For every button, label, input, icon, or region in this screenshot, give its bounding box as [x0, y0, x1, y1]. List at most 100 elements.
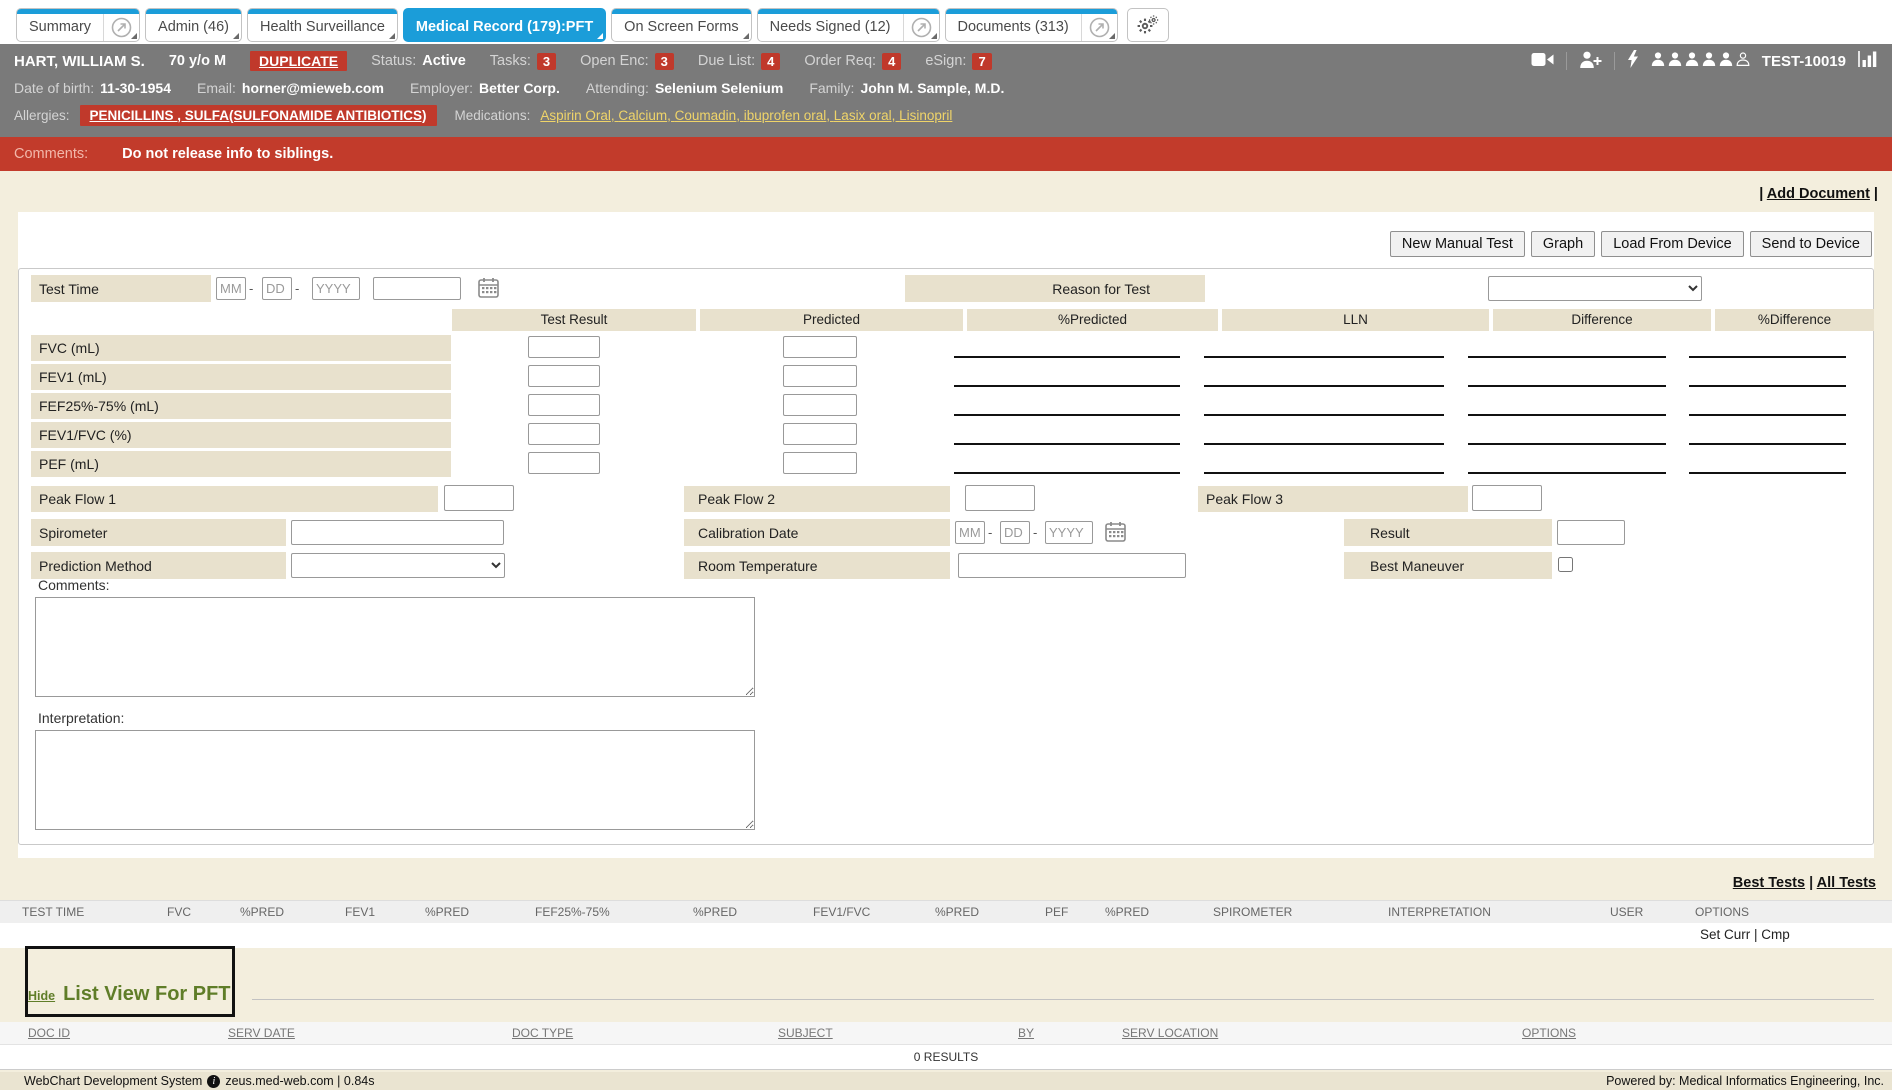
- medication-link[interactable]: Lasix oral: [834, 108, 899, 123]
- send-to-device-button[interactable]: Send to Device: [1750, 231, 1872, 257]
- fef-test-result-input[interactable]: [528, 394, 600, 416]
- tab-bar: Summary Admin (46) Health Surveillance M…: [0, 0, 1892, 44]
- fev1-predicted-input[interactable]: [783, 365, 857, 387]
- tab-label: Documents (313): [946, 15, 1081, 35]
- open-enc-count-badge[interactable]: 3: [655, 53, 674, 70]
- fvc-predicted-input[interactable]: [783, 336, 857, 358]
- order-req-count-badge[interactable]: 4: [882, 53, 901, 70]
- prediction-method-label: Prediction Method: [31, 552, 286, 579]
- column-header-lln: LLN: [1222, 309, 1489, 331]
- peak-flow-2-label: Peak Flow 2: [684, 486, 950, 512]
- fev1-fvc-predicted-input[interactable]: [783, 423, 857, 445]
- graph-button[interactable]: Graph: [1531, 231, 1595, 257]
- options-sort-link[interactable]: OPTIONS: [1522, 1026, 1576, 1040]
- test-time-day-input[interactable]: [262, 277, 292, 300]
- test-time-month-input[interactable]: [216, 277, 246, 300]
- interpretation-textarea[interactable]: [35, 730, 755, 830]
- tasks-label: Tasks:: [490, 53, 531, 69]
- recent-patients-icons: [1651, 52, 1750, 70]
- calendar-icon[interactable]: [1105, 521, 1126, 547]
- fev1-fvc-test-result-input[interactable]: [528, 423, 600, 445]
- calendar-icon[interactable]: [478, 277, 499, 303]
- bar-chart-icon[interactable]: [1858, 51, 1878, 71]
- medication-link[interactable]: Aspirin Oral: [540, 108, 618, 123]
- tasks-field: Tasks: 3: [490, 53, 556, 70]
- tab-needs-signed[interactable]: Needs Signed (12): [757, 8, 940, 42]
- peak-flow-3-input[interactable]: [1472, 485, 1542, 511]
- tab-medical-record[interactable]: Medical Record (179):PFT: [403, 8, 606, 42]
- results-col-user: USER: [1610, 905, 1695, 919]
- medication-link[interactable]: Coumadin: [675, 108, 744, 123]
- form-comments-label: Comments:: [38, 577, 110, 593]
- medication-link[interactable]: Lisinopril: [899, 108, 952, 123]
- fev1-fvc-lln-line: [1204, 422, 1444, 445]
- allergies-badge[interactable]: PENICILLINS , SULFA(SULFONAMIDE ANTIBIOT…: [80, 105, 437, 126]
- serv-location-sort-link[interactable]: SERV LOCATION: [1122, 1026, 1218, 1040]
- form-comments-textarea[interactable]: [35, 597, 755, 697]
- doc-col-options: OPTIONS: [1522, 1026, 1864, 1040]
- patient-header-row-2: Date of birth: 11-30-1954 Email: horner@…: [0, 75, 1892, 100]
- popout-icon[interactable]: [104, 13, 139, 38]
- fvc-test-result-input[interactable]: [528, 336, 600, 358]
- lightning-icon[interactable]: [1627, 50, 1639, 72]
- subject-sort-link[interactable]: SUBJECT: [778, 1026, 833, 1040]
- spirometer-input[interactable]: [291, 520, 504, 545]
- tab-on-screen-forms[interactable]: On Screen Forms: [611, 8, 751, 42]
- peak-flow-2-input[interactable]: [965, 485, 1035, 511]
- popout-icon[interactable]: [904, 13, 939, 38]
- serv-date-sort-link[interactable]: SERV DATE: [228, 1026, 295, 1040]
- medication-link[interactable]: Calcium: [618, 108, 674, 123]
- new-manual-test-button[interactable]: New Manual Test: [1390, 231, 1525, 257]
- separator: [1750, 927, 1761, 942]
- fev1-test-result-input[interactable]: [528, 365, 600, 387]
- cmp-link[interactable]: Cmp: [1761, 927, 1790, 942]
- peak-flow-1-input[interactable]: [444, 485, 514, 511]
- duplicate-flag[interactable]: DUPLICATE: [250, 51, 347, 71]
- add-person-icon[interactable]: [1579, 51, 1602, 72]
- best-tests-link[interactable]: Best Tests: [1733, 875, 1805, 891]
- medication-link[interactable]: ibuprofen oral: [744, 108, 834, 123]
- test-time-time-input[interactable]: [373, 277, 461, 300]
- tab-health-surveillance[interactable]: Health Surveillance: [247, 8, 398, 42]
- settings-button[interactable]: [1127, 8, 1169, 42]
- test-time-year-input[interactable]: [312, 277, 360, 300]
- order-req-label: Order Req:: [804, 53, 876, 69]
- by-sort-link[interactable]: BY: [1018, 1026, 1034, 1040]
- info-icon[interactable]: i: [207, 1075, 220, 1088]
- calibration-month-input[interactable]: [955, 521, 985, 544]
- all-tests-link[interactable]: All Tests: [1817, 875, 1876, 891]
- tab-admin[interactable]: Admin (46): [145, 8, 242, 42]
- column-header-pct-difference: %Difference: [1715, 309, 1874, 331]
- fef-predicted-input[interactable]: [783, 394, 857, 416]
- patient-outline-icon: [1736, 52, 1750, 70]
- tasks-count-badge[interactable]: 3: [537, 53, 556, 70]
- add-document-link[interactable]: Add Document: [1767, 186, 1870, 202]
- room-temperature-input[interactable]: [958, 553, 1186, 578]
- load-from-device-button[interactable]: Load From Device: [1601, 231, 1743, 257]
- calibration-year-input[interactable]: [1045, 521, 1093, 544]
- pef-predicted-input[interactable]: [783, 452, 857, 474]
- esign-count-badge[interactable]: 7: [972, 53, 991, 70]
- row-label-pef: PEF (mL): [31, 451, 451, 477]
- medications-list: Aspirin Oral Calcium Coumadin ibuprofen …: [540, 108, 952, 123]
- best-maneuver-checkbox[interactable]: [1558, 557, 1573, 572]
- email-value: horner@mieweb.com: [242, 80, 384, 96]
- pef-test-result-input[interactable]: [528, 452, 600, 474]
- reason-for-test-select[interactable]: [1488, 276, 1702, 301]
- video-camera-icon[interactable]: [1531, 52, 1554, 71]
- due-list-count-badge[interactable]: 4: [761, 53, 780, 70]
- tab-documents[interactable]: Documents (313): [945, 8, 1118, 42]
- doc-id-sort-link[interactable]: DOC ID: [28, 1026, 70, 1040]
- result-input[interactable]: [1557, 520, 1625, 545]
- results-col-fev1: FEV1: [345, 905, 425, 919]
- calibration-day-input[interactable]: [1000, 521, 1030, 544]
- patient-header-row-3: Allergies: PENICILLINS , SULFA(SULFONAMI…: [0, 100, 1892, 130]
- set-curr-link[interactable]: Set Curr: [1700, 927, 1750, 942]
- popout-icon[interactable]: [1082, 13, 1117, 38]
- tab-summary[interactable]: Summary: [16, 8, 140, 42]
- footer-host: zeus.med-web.com | 0.84s: [225, 1074, 374, 1088]
- prediction-method-select[interactable]: [291, 553, 505, 578]
- documents-table-header: DOC ID SERV DATE DOC TYPE SUBJECT BY SER…: [0, 1022, 1892, 1044]
- doc-type-sort-link[interactable]: DOC TYPE: [512, 1026, 573, 1040]
- chart-id: TEST-10019: [1762, 53, 1846, 70]
